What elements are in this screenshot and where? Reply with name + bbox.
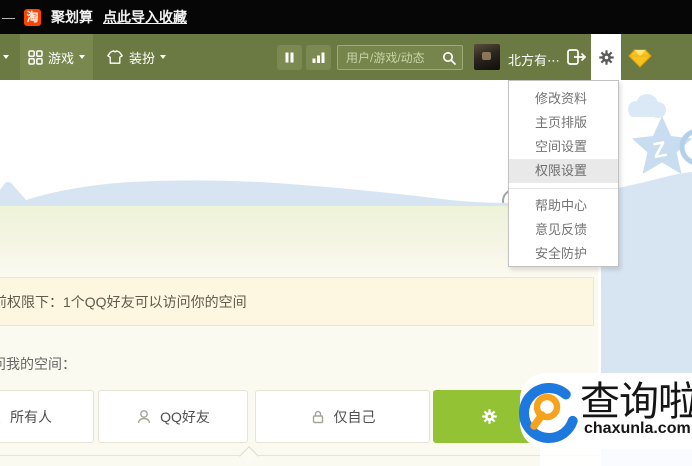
gear-icon	[481, 408, 498, 425]
option-only-me-button[interactable]: 仅自己	[255, 390, 430, 443]
panel-bottom-divider	[0, 455, 598, 456]
nav-games[interactable]: 游戏	[20, 34, 93, 80]
option-label: QQ好友	[160, 407, 210, 427]
menu-item-permission-settings[interactable]: 权限设置	[509, 159, 618, 183]
people-icon	[0, 409, 2, 425]
settings-dropdown-menu: 修改资料 主页排版 空间设置 权限设置 帮助中心 意见反馈 安全防护	[508, 80, 619, 267]
option-qq-friends-button[interactable]: QQ好友	[98, 390, 248, 443]
settings-gear-button[interactable]	[591, 34, 621, 80]
panel-notch	[239, 446, 259, 466]
menu-item-security[interactable]: 安全防护	[509, 242, 618, 266]
privacy-question-label: 问我的空间：	[0, 354, 76, 374]
logout-icon[interactable]	[566, 47, 588, 67]
menu-item-feedback[interactable]: 意见反馈	[509, 218, 618, 242]
option-everyone-button[interactable]: 所有人	[0, 390, 94, 443]
watermark-domain: chaxunla.com	[584, 420, 691, 438]
partial-ring-decoration	[682, 131, 692, 163]
grid-icon	[28, 50, 43, 65]
pause-music-button[interactable]	[277, 45, 302, 70]
chevron-down-icon	[79, 55, 85, 59]
pause-icon	[283, 51, 296, 64]
option-label: 所有人	[10, 407, 52, 427]
permission-notice-bar: 前权限下：1个QQ好友可以访问你的空间	[0, 277, 594, 326]
chevron-down-icon[interactable]	[3, 55, 9, 59]
avatar[interactable]	[474, 44, 500, 70]
nav-dressup[interactable]: 装扮	[100, 34, 172, 80]
bar-chart-icon	[311, 51, 326, 64]
watermark-title: 查询啦	[580, 369, 692, 427]
search-box	[337, 45, 463, 70]
chevron-down-icon	[160, 55, 166, 59]
permission-notice-text: 前权限下：1个QQ好友可以访问你的空间	[0, 292, 593, 312]
gear-icon	[598, 49, 615, 66]
menu-item-homepage-layout[interactable]: 主页排版	[509, 111, 618, 135]
chaxunla-logo-icon	[516, 377, 586, 447]
username-label[interactable]: 北方有⋯	[508, 50, 560, 69]
nav-dressup-label: 装扮	[129, 48, 155, 67]
nav-games-label: 游戏	[48, 48, 74, 67]
watermark-fade	[540, 448, 692, 466]
menu-divider	[509, 188, 618, 189]
yellow-diamond-icon[interactable]	[628, 48, 652, 68]
qzone-navbar: 游戏 装扮 北方有⋯	[0, 34, 692, 80]
menu-item-help-center[interactable]: 帮助中心	[509, 194, 618, 218]
menu-item-edit-profile[interactable]: 修改资料	[509, 87, 618, 111]
person-icon	[136, 409, 152, 425]
option-label: 仅自己	[334, 407, 376, 427]
search-icon[interactable]	[442, 51, 457, 66]
lock-icon	[310, 409, 326, 425]
visitor-stats-button[interactable]	[306, 45, 331, 70]
chaxunla-watermark: 查询啦 chaxunla.com	[520, 373, 692, 449]
shirt-icon	[106, 49, 124, 65]
menu-item-space-settings[interactable]: 空间设置	[509, 135, 618, 159]
cloud-icon	[628, 94, 666, 118]
